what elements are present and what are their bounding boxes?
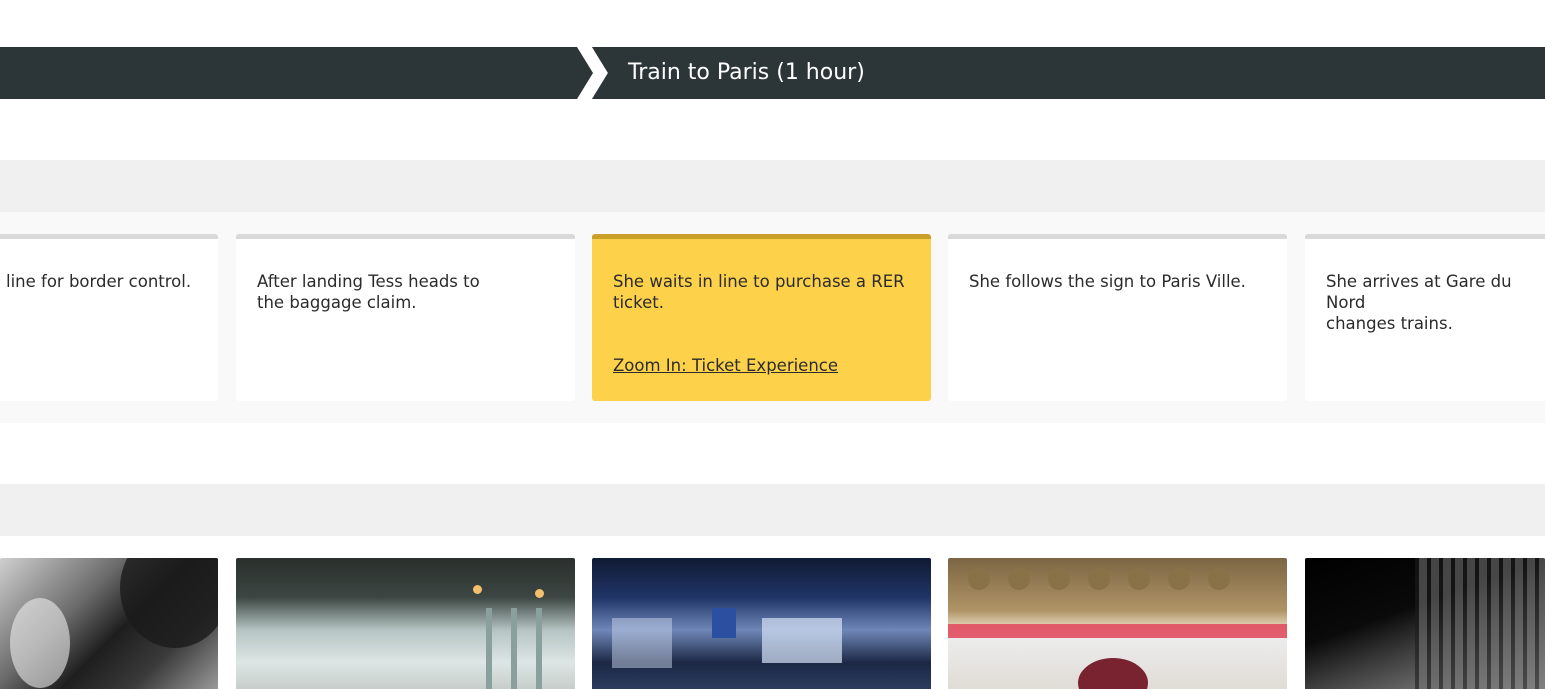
- action-card-paris-ville-sign[interactable]: She follows the sign to Paris Ville.: [948, 234, 1287, 401]
- card-text: line for border control.: [6, 272, 192, 291]
- action-card-gare-du-nord[interactable]: She arrives at Gare du Nord changes trai…: [1305, 234, 1545, 401]
- card-text: She waits in line to purchase a RER tick…: [613, 272, 905, 312]
- photo-ticket-machines: [592, 558, 931, 689]
- phase-bar-previous[interactable]: [0, 47, 593, 99]
- lane-header-photos: [0, 484, 1545, 536]
- chevron-separator-icon: [560, 47, 620, 99]
- card-text: After landing Tess heads to the baggage …: [257, 272, 480, 312]
- card-text: She arrives at Gare du Nord changes trai…: [1326, 272, 1512, 333]
- photo-baggage-claim: [236, 558, 575, 689]
- phase-title: Train to Paris (1 hour): [628, 60, 865, 85]
- action-card-baggage-claim[interactable]: After landing Tess heads to the baggage …: [236, 234, 575, 401]
- photo-train-platform: [948, 558, 1287, 689]
- photo-border-control: [0, 558, 218, 689]
- card-text: She follows the sign to Paris Ville.: [969, 272, 1246, 291]
- action-card-border-control[interactable]: line for border control.: [0, 234, 218, 401]
- action-card-rer-ticket[interactable]: She waits in line to purchase a RER tick…: [592, 234, 931, 401]
- photo-gare-du-nord: [1305, 558, 1545, 689]
- zoom-in-link[interactable]: Zoom In: Ticket Experience: [613, 356, 838, 375]
- lane-header-actions: [0, 160, 1545, 212]
